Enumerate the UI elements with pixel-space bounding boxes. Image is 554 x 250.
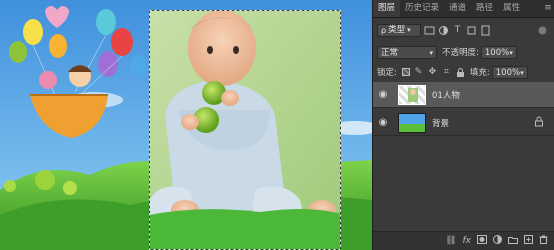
lock-position-icon[interactable]: ✥ [427,67,438,78]
panel-tabs: 图层 历史记录 通道 路径 属性 ≡ [373,0,554,18]
opacity-label: 不透明度: [442,48,479,58]
blend-mode-dropdown[interactable]: 正常 ▾ [377,45,437,59]
layer-name[interactable]: 01人物 [432,89,460,101]
layer-row-background[interactable]: ◉ 背景 [373,110,554,136]
layers-panel: 图层 历史记录 通道 路径 属性 ≡ ρ 类型 ▾ T 正常 ▾ 不透明度: 1… [372,0,554,250]
adjustment-icon[interactable] [493,235,502,247]
layer-name[interactable]: 背景 [432,117,449,129]
new-layer-icon[interactable] [524,235,533,247]
search-icon: ρ [381,25,387,35]
lock-icon [534,116,544,130]
lock-transparent-icon[interactable] [401,68,410,76]
layer-thumbnail [398,84,426,105]
shape-filter-icon[interactable] [466,25,477,36]
tab-layers[interactable]: 图层 [373,0,401,17]
eye-icon[interactable]: ◉ [376,89,390,100]
fill-label: 填充: [469,68,490,78]
balloon-yellow [23,19,43,45]
tab-channels[interactable]: 通道 [444,0,471,17]
delete-icon[interactable] [539,235,548,247]
blend-row: 正常 ▾ 不透明度: 100% ▾ [373,44,554,60]
chevron-down-icon: ▾ [520,68,524,77]
tab-paths[interactable]: 路径 [471,0,498,17]
fx-icon[interactable]: fx [463,236,472,246]
tab-history[interactable]: 历史记录 [400,0,444,17]
layer-row-01[interactable]: ◉ 01人物 [373,82,554,108]
adjustment-filter-icon[interactable] [438,25,449,36]
tab-properties[interactable]: 属性 [498,0,525,17]
fill-input[interactable]: 100% ▾ [491,65,528,79]
lock-row: 锁定: ✎ ✥ ⌗ 填充: 100% ▾ [373,64,554,80]
smart-object-filter-icon[interactable] [480,25,491,36]
link-icon[interactable]: ⛓ [445,236,456,246]
lock-all-icon[interactable] [455,67,466,78]
menu-icon[interactable]: ≡ [542,0,554,17]
panel-bottom-bar: ⛓ fx [373,231,554,250]
layer-filter-row: ρ 类型 ▾ T [373,22,554,38]
lock-image-icon[interactable]: ✎ [413,67,424,78]
mask-icon[interactable] [477,235,487,247]
group-icon[interactable] [508,236,518,247]
document-canvas[interactable] [0,0,372,250]
layer-thumbnail [398,112,426,133]
image-filter-icon[interactable] [424,25,435,36]
chevron-down-icon: ▾ [407,25,411,34]
type-filter-icon[interactable]: T [452,25,463,36]
canvas-artwork [0,0,372,250]
filter-kind-dropdown[interactable]: ρ 类型 ▾ [377,23,421,37]
lock-label: 锁定: [377,68,397,78]
filter-toggle-icon[interactable] [537,25,548,36]
photoshop-window: 图层 历史记录 通道 路径 属性 ≡ ρ 类型 ▾ T 正常 ▾ 不透明度: 1… [0,0,554,250]
chevron-down-icon: ▾ [509,48,513,57]
lock-artboard-icon[interactable]: ⌗ [441,67,452,78]
eye-icon[interactable]: ◉ [376,117,390,128]
opacity-input[interactable]: 100% ▾ [480,45,517,59]
chevron-down-icon: ▾ [429,48,433,57]
